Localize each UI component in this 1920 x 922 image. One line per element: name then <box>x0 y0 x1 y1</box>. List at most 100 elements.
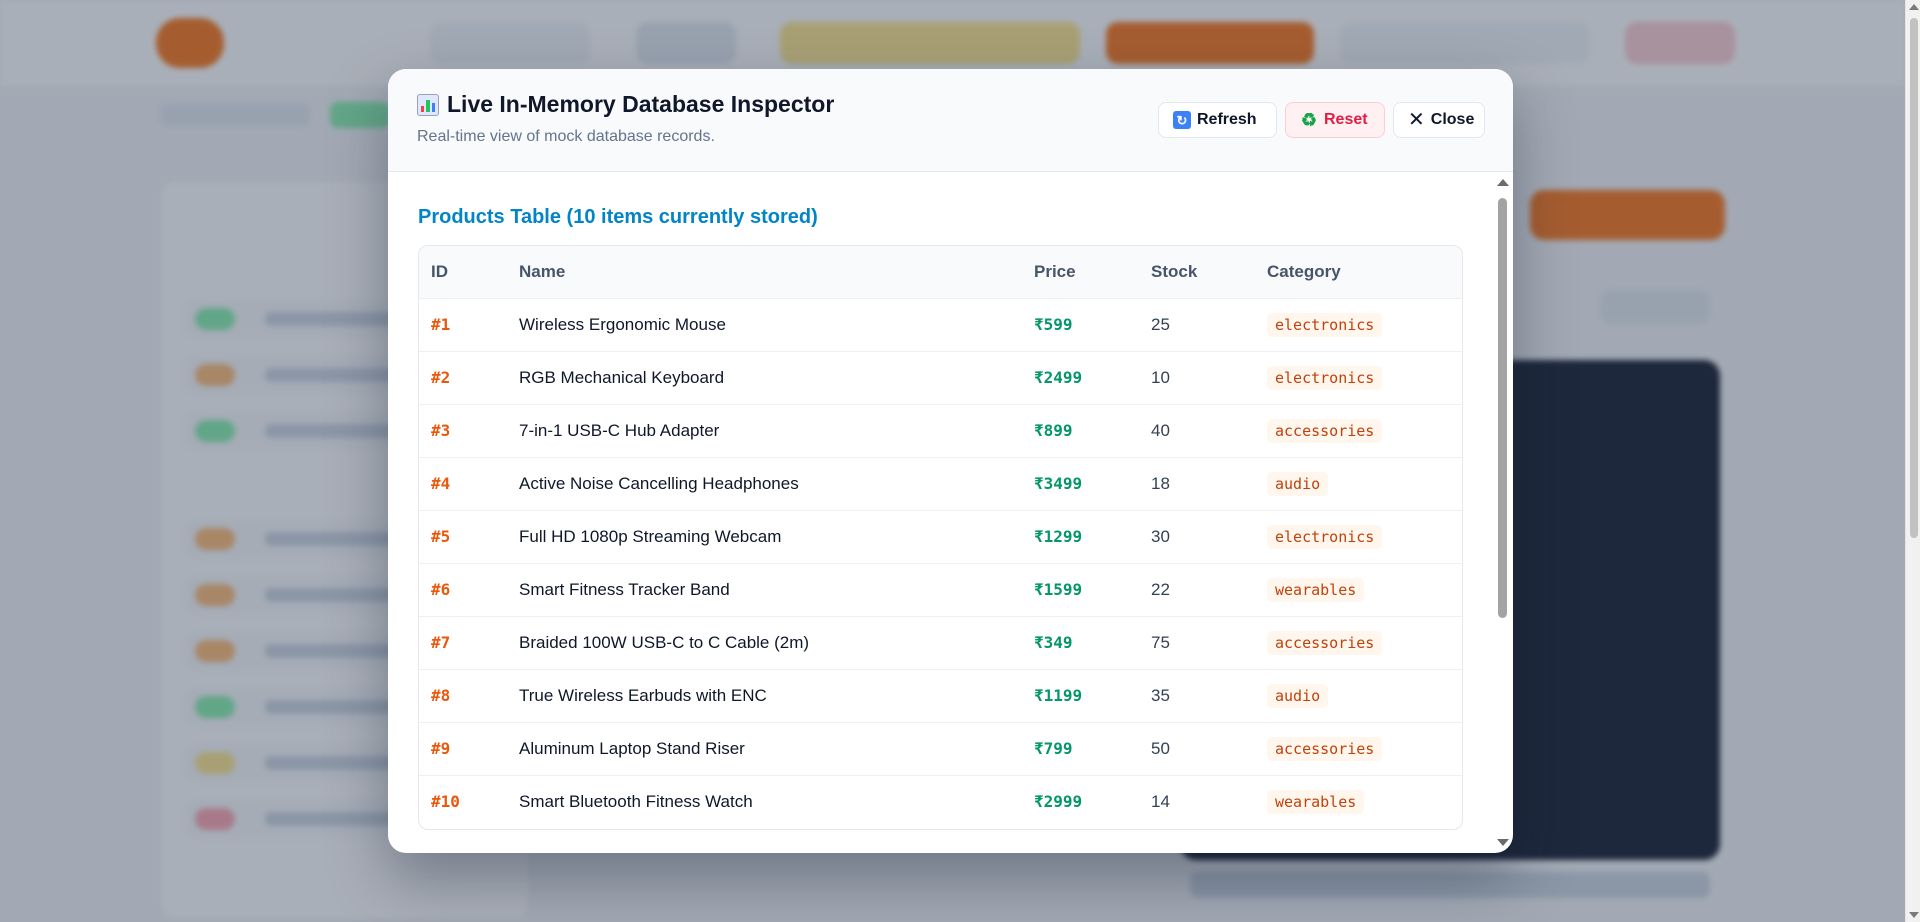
cell-name: Wireless Ergonomic Mouse <box>519 314 726 334</box>
table-row: #3 7-in-1 USB-C Hub Adapter ₹899 40 accessor… <box>419 404 1462 457</box>
table-row: #7 Braided 100W USB-C to C Cable (2m) ₹349… <box>419 616 1462 669</box>
cell-stock: 75 <box>1151 632 1170 652</box>
products-table-container: ID Name Price Stock Category #1 Wireless … <box>418 245 1463 830</box>
database-inspector-modal: Live In-Memory Database Inspector Real-t… <box>388 69 1513 853</box>
cell-name: Full HD 1080p Streaming Webcam <box>519 526 782 546</box>
cell-category: accessories <box>1255 616 1462 669</box>
cell-stock: 14 <box>1151 791 1170 811</box>
modal-body[interactable]: Products Table (10 items currently store… <box>388 172 1513 853</box>
recycle-icon: ♻ <box>1300 110 1318 130</box>
category-badge: accessories <box>1267 736 1383 761</box>
cell-id: #7 <box>431 633 451 652</box>
cell-price: ₹3499 <box>1034 474 1083 493</box>
cell-category: accessories <box>1255 404 1462 457</box>
cell-id: #5 <box>431 527 451 546</box>
category-badge: electronics <box>1267 312 1383 337</box>
cell-stock: 30 <box>1151 526 1170 546</box>
cell-name: Braided 100W USB-C to C Cable (2m) <box>519 632 810 652</box>
cell-name: 7-in-1 USB-C Hub Adapter <box>519 420 720 440</box>
page-scrollbar-thumb[interactable] <box>1910 18 1918 538</box>
scroll-up-arrow-icon[interactable] <box>1909 4 1919 10</box>
cell-price: ₹899 <box>1034 421 1073 440</box>
cell-stock: 50 <box>1151 738 1170 758</box>
cell-stock: 35 <box>1151 685 1170 705</box>
cell-category: audio <box>1255 457 1462 510</box>
cell-category: audio <box>1255 669 1462 722</box>
cell-id: #4 <box>431 474 451 493</box>
cell-category: wearables <box>1255 563 1462 616</box>
cell-price: ₹2999 <box>1034 792 1083 812</box>
cell-name: Smart Fitness Tracker Band <box>519 579 730 599</box>
table-row: #9 Aluminum Laptop Stand Riser ₹799 50 acces… <box>419 722 1462 775</box>
category-badge: electronics <box>1267 365 1383 390</box>
cell-price: ₹1599 <box>1034 580 1083 599</box>
cell-name: Active Noise Cancelling Headphones <box>519 473 799 493</box>
products-section-title: Products Table (10 items currently store… <box>418 206 818 228</box>
table-header-row: ID Name Price Stock Category <box>419 246 1462 298</box>
modal-header: Live In-Memory Database Inspector Real-t… <box>388 69 1513 172</box>
column-header-price: Price <box>1034 261 1076 281</box>
cell-name: True Wireless Earbuds with ENC <box>519 685 767 705</box>
reset-button-label: Reset <box>1324 111 1368 128</box>
page-scrollbar[interactable] <box>1905 0 1920 922</box>
column-header-id: ID <box>431 261 448 281</box>
cell-price: ₹1299 <box>1034 527 1083 546</box>
table-row: #4 Active Noise Cancelling Headphones ₹349… <box>419 457 1462 510</box>
cell-name: Aluminum Laptop Stand Riser <box>519 738 745 758</box>
table-row: #8 True Wireless Earbuds with ENC ₹1199 35 a… <box>419 669 1462 722</box>
cell-price: ₹599 <box>1034 315 1073 334</box>
category-badge: wearables <box>1267 789 1365 814</box>
column-header-stock: Stock <box>1151 261 1198 281</box>
column-header-name: Name <box>519 261 566 281</box>
refresh-button[interactable]: ↻ Refresh <box>1158 102 1277 138</box>
close-button-label: Close <box>1430 111 1475 128</box>
reset-button[interactable]: ♻ Reset <box>1285 102 1385 138</box>
modal-subtitle: Real-time view of mock database records. <box>417 128 715 145</box>
cell-stock: 25 <box>1151 314 1170 334</box>
cell-category: wearables <box>1255 775 1462 828</box>
refresh-button-label: Refresh <box>1197 111 1257 128</box>
modal-title: Live In-Memory Database Inspector <box>417 91 834 118</box>
refresh-icon: ↻ <box>1173 111 1191 129</box>
cell-name: RGB Mechanical Keyboard <box>519 367 725 387</box>
cell-stock: 40 <box>1151 420 1170 440</box>
products-table: ID Name Price Stock Category #1 Wireless … <box>419 246 1462 828</box>
close-button[interactable]: ✕ Close <box>1393 102 1485 138</box>
table-row: #5 Full HD 1080p Streaming Webcam ₹1299 30 e… <box>419 510 1462 563</box>
cell-id: #10 <box>431 792 460 812</box>
category-badge: audio <box>1267 471 1329 496</box>
close-icon: ✕ <box>1408 109 1425 131</box>
cell-id: #9 <box>431 739 451 758</box>
scroll-up-arrow-icon[interactable] <box>1497 179 1509 186</box>
scroll-down-arrow-icon[interactable] <box>1497 839 1509 846</box>
modal-scrollbar-thumb[interactable] <box>1498 198 1507 618</box>
column-header-category: Category <box>1267 261 1341 281</box>
cell-stock: 10 <box>1151 367 1170 387</box>
cell-id: #8 <box>431 686 451 705</box>
cell-category: electronics <box>1255 510 1462 563</box>
modal-title-text: Live In-Memory Database Inspector <box>447 91 835 117</box>
modal-scrollbar[interactable] <box>1491 172 1513 853</box>
cell-price: ₹1199 <box>1034 686 1083 705</box>
cell-price: ₹349 <box>1034 633 1073 652</box>
cell-id: #2 <box>431 368 451 387</box>
scroll-down-arrow-icon[interactable] <box>1909 912 1919 918</box>
category-badge: audio <box>1267 683 1329 708</box>
cell-id: #3 <box>431 421 451 440</box>
cell-id: #1 <box>431 315 451 334</box>
cell-price: ₹799 <box>1034 739 1073 758</box>
cell-stock: 22 <box>1151 579 1170 599</box>
table-row: #2 RGB Mechanical Keyboard ₹2499 10 electron… <box>419 351 1462 404</box>
table-row: #1 Wireless Ergonomic Mouse ₹599 25 electron… <box>419 298 1462 351</box>
category-badge: accessories <box>1267 418 1383 443</box>
table-row: #6 Smart Fitness Tracker Band ₹1599 22 weara… <box>419 563 1462 616</box>
table-row: #10 Smart Bluetooth Fitness Watch ₹2999 14 w… <box>419 775 1462 828</box>
cell-price: ₹2499 <box>1034 368 1083 387</box>
cell-category: electronics <box>1255 298 1462 351</box>
category-badge: wearables <box>1267 577 1365 602</box>
cell-category: accessories <box>1255 722 1462 775</box>
cell-id: #6 <box>431 580 451 599</box>
cell-name: Smart Bluetooth Fitness Watch <box>519 791 753 811</box>
cell-stock: 18 <box>1151 473 1170 493</box>
category-badge: accessories <box>1267 630 1383 655</box>
